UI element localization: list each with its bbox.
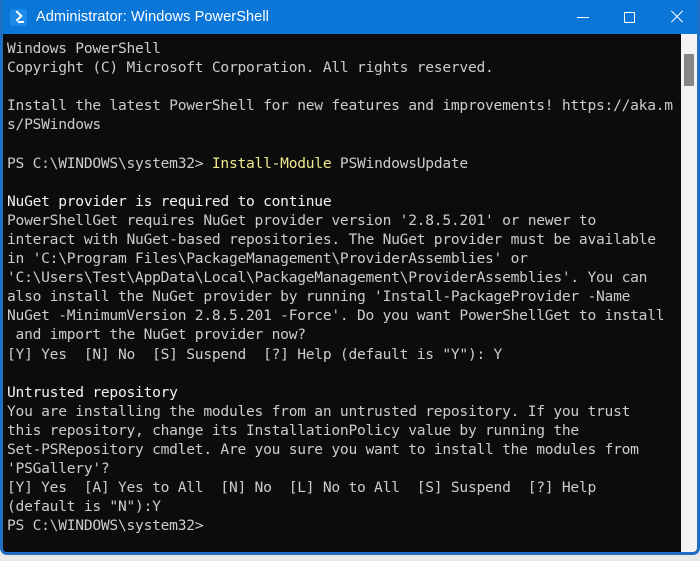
window-controls — [559, 0, 697, 34]
console-output-area[interactable]: Windows PowerShell Copyright (C) Microsof… — [3, 34, 697, 552]
console-line: [Y] Yes [N] No [S] Suspend [?] Help (def… — [7, 345, 503, 363]
console-line: this repository, change its Installation… — [7, 421, 579, 439]
maximize-button[interactable] — [606, 0, 653, 34]
close-button[interactable] — [653, 0, 697, 34]
console-line: You are installing the modules from an u… — [7, 402, 631, 420]
scrollbar-thumb[interactable] — [684, 54, 694, 86]
console-line: Windows PowerShell — [7, 40, 161, 57]
console-line: Install the latest PowerShell for new fe… — [7, 97, 673, 115]
console-line: and import the NuGet provider now? — [7, 326, 307, 344]
console-line: s/PSWindows — [7, 116, 101, 134]
vertical-scrollbar[interactable] — [681, 34, 697, 552]
console-line: Set-PSRepository cmdlet. Are you sure yo… — [7, 440, 639, 458]
console-line: PS C:\WINDOWS\system32> Install-Module P… — [7, 154, 697, 173]
close-icon — [670, 10, 684, 24]
console-line: Copyright (C) Microsoft Corporation. All… — [7, 59, 494, 77]
maximize-icon — [624, 11, 635, 23]
window-title: Administrator: Windows PowerShell — [36, 9, 269, 25]
powershell-prompt-icon — [10, 8, 27, 26]
console-line: 'C:\Users\Test\AppData\Local\PackageMana… — [7, 269, 648, 287]
title-bar[interactable]: Administrator: Windows PowerShell — [3, 0, 697, 34]
console-line: (default is "N"):Y — [7, 498, 161, 516]
shell-prompt: PS C:\WINDOWS\system32> — [7, 154, 212, 172]
console-line: PS C:\WINDOWS\system32> — [7, 517, 204, 535]
console-line: interact with NuGet-based repositories. … — [7, 230, 656, 248]
powershell-window: Administrator: Windows PowerShell Window… — [0, 0, 700, 555]
minimize-icon — [576, 16, 589, 18]
console-text: Windows PowerShell Copyright (C) Microsof… — [7, 39, 697, 535]
console-line: [Y] Yes [A] Yes to All [N] No [L] No to … — [7, 479, 596, 497]
underscore-icon — [18, 20, 24, 23]
cmdlet-name: Install-Module — [211, 154, 332, 172]
console-line: also install the NuGet provider by runni… — [7, 288, 631, 306]
minimize-button[interactable] — [559, 0, 606, 34]
console-line: PowerShellGet requires NuGet provider ve… — [7, 211, 596, 229]
cmdlet-argument: PSWindowsUpdate — [331, 154, 468, 172]
console-line: NuGet provider is required to continue — [7, 192, 332, 210]
console-line: in 'C:\Program Files\PackageManagement\P… — [7, 250, 528, 268]
console-line: Untrusted repository — [7, 383, 178, 401]
console-line: 'PSGallery'? — [7, 460, 110, 478]
console-line: NuGet -MinimumVersion 2.8.5.201 -Force'.… — [7, 307, 665, 325]
